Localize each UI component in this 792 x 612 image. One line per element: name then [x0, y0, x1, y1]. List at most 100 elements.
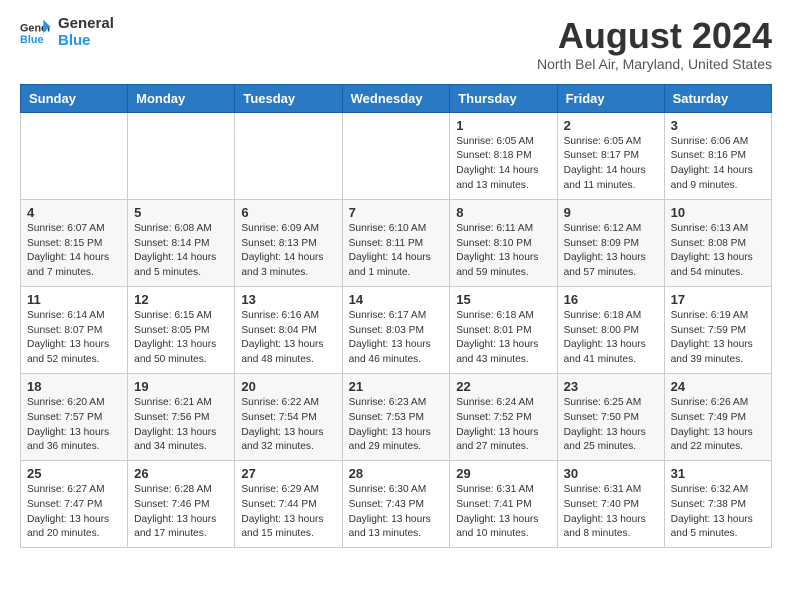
calendar-cell: 31Sunrise: 6:32 AM Sunset: 7:38 PM Dayli… [664, 461, 771, 548]
day-number: 23 [564, 379, 658, 394]
logo-icon: General Blue [20, 18, 50, 48]
weekday-header-thursday: Thursday [450, 84, 557, 112]
calendar-cell: 2 Sunrise: 6:05 AM Sunset: 8:17 PM Daylig… [557, 112, 664, 199]
weekday-header-wednesday: Wednesday [342, 84, 450, 112]
calendar-cell: 8 Sunrise: 6:11 AM Sunset: 8:10 PM Daylig… [450, 199, 557, 286]
day-number: 19 [134, 379, 228, 394]
calendar-cell: 29 Sunrise: 6:31 AM Sunset: 7:41 PM Dayli… [450, 461, 557, 548]
day-number: 31 [671, 466, 765, 481]
day-number: 30 [564, 466, 658, 481]
day-number: 11 [27, 292, 121, 307]
calendar-cell: 26 Sunrise: 6:28 AM Sunset: 7:46 PM Dayli… [128, 461, 235, 548]
day-info: Sunrise: 6:28 AM Sunset: 7:46 PM Dayligh… [134, 483, 228, 542]
calendar-cell: 13Sunrise: 6:16 AM Sunset: 8:04 PM Dayli… [235, 286, 342, 373]
day-number: 17 [671, 292, 765, 307]
day-info: Sunrise: 6:05 AM Sunset: 8:18 PM Dayligh… [456, 135, 550, 194]
day-number: 1 [456, 118, 550, 133]
day-info: Sunrise: 6:11 AM Sunset: 8:10 PM Dayligh… [456, 222, 550, 281]
day-info: Sunrise: 6:14 AM Sunset: 8:07 PM Dayligh… [27, 309, 121, 368]
calendar-cell: 15 Sunrise: 6:18 AM Sunset: 8:01 PM Dayli… [450, 286, 557, 373]
day-number: 21 [349, 379, 444, 394]
calendar-cell: 3Sunrise: 6:06 AM Sunset: 8:16 PM Daylig… [664, 112, 771, 199]
day-info: Sunrise: 6:31 AM Sunset: 7:41 PM Dayligh… [456, 483, 550, 542]
day-number: 25 [27, 466, 121, 481]
calendar-cell: 18 Sunrise: 6:20 AM Sunset: 7:57 PM Dayli… [21, 373, 128, 460]
day-info: Sunrise: 6:21 AM Sunset: 7:56 PM Dayligh… [134, 396, 228, 455]
calendar-table: SundayMondayTuesdayWednesdayThursdayFrid… [20, 84, 772, 549]
day-info: Sunrise: 6:13 AM Sunset: 8:08 PM Dayligh… [671, 222, 765, 281]
logo-blue: Blue [58, 33, 114, 50]
day-info: Sunrise: 6:18 AM Sunset: 8:01 PM Dayligh… [456, 309, 550, 368]
calendar-cell: 23 Sunrise: 6:25 AM Sunset: 7:50 PM Dayli… [557, 373, 664, 460]
calendar-cell: 6 Sunrise: 6:09 AM Sunset: 8:13 PM Daylig… [235, 199, 342, 286]
day-number: 8 [456, 205, 550, 220]
calendar-cell: 22Sunrise: 6:24 AM Sunset: 7:52 PM Dayli… [450, 373, 557, 460]
day-info: Sunrise: 6:25 AM Sunset: 7:50 PM Dayligh… [564, 396, 658, 455]
day-info: Sunrise: 6:06 AM Sunset: 8:16 PM Dayligh… [671, 135, 765, 194]
weekday-header-tuesday: Tuesday [235, 84, 342, 112]
calendar-cell: 21 Sunrise: 6:23 AM Sunset: 7:53 PM Dayli… [342, 373, 450, 460]
title-section: August 2024 North Bel Air, Maryland, Uni… [537, 16, 772, 72]
calendar-cell: 27 Sunrise: 6:29 AM Sunset: 7:44 PM Dayli… [235, 461, 342, 548]
day-info: Sunrise: 6:07 AM Sunset: 8:15 PM Dayligh… [27, 222, 121, 281]
day-info: Sunrise: 6:09 AM Sunset: 8:13 PM Dayligh… [241, 222, 335, 281]
logo: General Blue General Blue [20, 16, 114, 49]
day-number: 15 [456, 292, 550, 307]
day-number: 2 [564, 118, 658, 133]
day-number: 20 [241, 379, 335, 394]
day-info: Sunrise: 6:29 AM Sunset: 7:44 PM Dayligh… [241, 483, 335, 542]
day-info: Sunrise: 6:18 AM Sunset: 8:00 PM Dayligh… [564, 309, 658, 368]
calendar-cell: 14 Sunrise: 6:17 AM Sunset: 8:03 PM Dayli… [342, 286, 450, 373]
day-number: 6 [241, 205, 335, 220]
calendar-week-2: 4Sunrise: 6:07 AM Sunset: 8:15 PM Daylig… [21, 199, 772, 286]
day-number: 5 [134, 205, 228, 220]
calendar-header-row: SundayMondayTuesdayWednesdayThursdayFrid… [21, 84, 772, 112]
day-info: Sunrise: 6:22 AM Sunset: 7:54 PM Dayligh… [241, 396, 335, 455]
calendar-cell [235, 112, 342, 199]
day-number: 18 [27, 379, 121, 394]
day-number: 29 [456, 466, 550, 481]
day-number: 7 [349, 205, 444, 220]
calendar-cell: 7 Sunrise: 6:10 AM Sunset: 8:11 PM Daylig… [342, 199, 450, 286]
calendar-cell: 1 Sunrise: 6:05 AM Sunset: 8:18 PM Daylig… [450, 112, 557, 199]
calendar-week-1: 1 Sunrise: 6:05 AM Sunset: 8:18 PM Daylig… [21, 112, 772, 199]
calendar-cell: 19 Sunrise: 6:21 AM Sunset: 7:56 PM Dayli… [128, 373, 235, 460]
day-number: 13 [241, 292, 335, 307]
calendar-cell: 25 Sunrise: 6:27 AM Sunset: 7:47 PM Dayli… [21, 461, 128, 548]
calendar-cell: 20 Sunrise: 6:22 AM Sunset: 7:54 PM Dayli… [235, 373, 342, 460]
day-info: Sunrise: 6:30 AM Sunset: 7:43 PM Dayligh… [349, 483, 444, 542]
weekday-header-saturday: Saturday [664, 84, 771, 112]
day-info: Sunrise: 6:26 AM Sunset: 7:49 PM Dayligh… [671, 396, 765, 455]
calendar-cell: 28 Sunrise: 6:30 AM Sunset: 7:43 PM Dayli… [342, 461, 450, 548]
weekday-header-friday: Friday [557, 84, 664, 112]
day-number: 9 [564, 205, 658, 220]
calendar-week-4: 18 Sunrise: 6:20 AM Sunset: 7:57 PM Dayli… [21, 373, 772, 460]
day-number: 27 [241, 466, 335, 481]
logo-general: General [58, 16, 114, 33]
calendar-cell: 16Sunrise: 6:18 AM Sunset: 8:00 PM Dayli… [557, 286, 664, 373]
weekday-header-monday: Monday [128, 84, 235, 112]
day-info: Sunrise: 6:20 AM Sunset: 7:57 PM Dayligh… [27, 396, 121, 455]
calendar-cell [21, 112, 128, 199]
calendar-cell: 24Sunrise: 6:26 AM Sunset: 7:49 PM Dayli… [664, 373, 771, 460]
day-number: 26 [134, 466, 228, 481]
svg-text:Blue: Blue [20, 34, 43, 46]
day-info: Sunrise: 6:27 AM Sunset: 7:47 PM Dayligh… [27, 483, 121, 542]
day-number: 14 [349, 292, 444, 307]
day-info: Sunrise: 6:31 AM Sunset: 7:40 PM Dayligh… [564, 483, 658, 542]
day-info: Sunrise: 6:17 AM Sunset: 8:03 PM Dayligh… [349, 309, 444, 368]
day-info: Sunrise: 6:15 AM Sunset: 8:05 PM Dayligh… [134, 309, 228, 368]
day-info: Sunrise: 6:08 AM Sunset: 8:14 PM Dayligh… [134, 222, 228, 281]
day-info: Sunrise: 6:12 AM Sunset: 8:09 PM Dayligh… [564, 222, 658, 281]
calendar-cell [342, 112, 450, 199]
page-subtitle: North Bel Air, Maryland, United States [537, 56, 772, 72]
calendar-week-3: 11 Sunrise: 6:14 AM Sunset: 8:07 PM Dayli… [21, 286, 772, 373]
day-number: 28 [349, 466, 444, 481]
day-info: Sunrise: 6:23 AM Sunset: 7:53 PM Dayligh… [349, 396, 444, 455]
calendar-cell: 12Sunrise: 6:15 AM Sunset: 8:05 PM Dayli… [128, 286, 235, 373]
day-number: 10 [671, 205, 765, 220]
day-info: Sunrise: 6:05 AM Sunset: 8:17 PM Dayligh… [564, 135, 658, 194]
calendar-cell: 4Sunrise: 6:07 AM Sunset: 8:15 PM Daylig… [21, 199, 128, 286]
weekday-header-sunday: Sunday [21, 84, 128, 112]
day-info: Sunrise: 6:10 AM Sunset: 8:11 PM Dayligh… [349, 222, 444, 281]
